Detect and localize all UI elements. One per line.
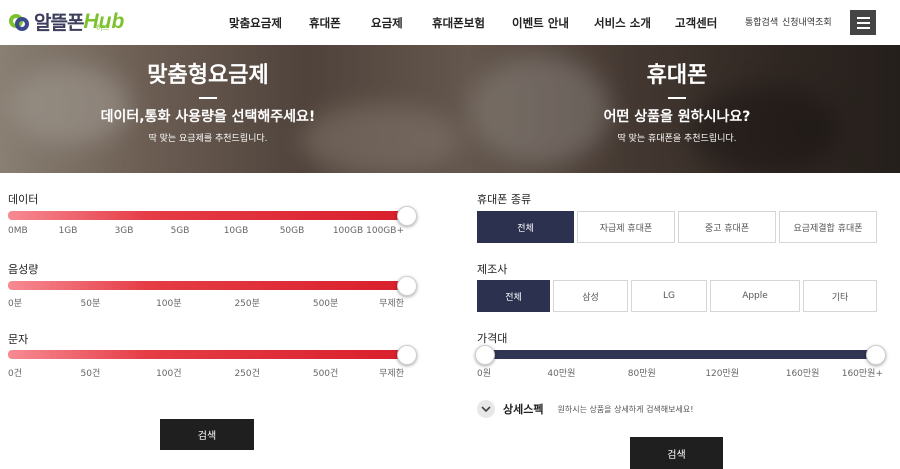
- chevron-down-icon: [477, 400, 495, 418]
- price-slider-max-handle[interactable]: [866, 345, 886, 365]
- slider-tick-label: 100GB+: [366, 226, 404, 236]
- logo-mark-icon: [8, 11, 30, 33]
- hero-phone-title: 휴대폰: [646, 63, 708, 88]
- util-search-link[interactable]: 통합검색: [745, 15, 778, 28]
- nav-item-support[interactable]: 고객센터: [675, 15, 717, 31]
- maker-option-etc[interactable]: 기타: [803, 280, 877, 312]
- nav-item-phone[interactable]: 휴대폰: [309, 15, 341, 31]
- logo-text: 알뜰폰: [34, 12, 84, 34]
- detail-spec-label: 상세스펙: [503, 403, 544, 416]
- hero-plan-panel: 맞춤형요금제 데이터,통화 사용량을 선택해주세요! 딱 맞는 요금제를 추천드…: [8, 45, 408, 144]
- slider-tick-label: 50건: [80, 369, 101, 379]
- phone-type-option-all[interactable]: 전체: [477, 211, 574, 243]
- slider-tick-label: 100건: [156, 369, 182, 379]
- logo-sub-text: 허브: [96, 24, 109, 32]
- nav-item-plan[interactable]: 요금제: [371, 15, 403, 31]
- price-slider-label: 가격대: [477, 332, 508, 345]
- slider-tick-label: 100분: [156, 299, 182, 309]
- sms-slider-ticks: 0건 50건 100건 250건 500건 무제한: [8, 366, 408, 379]
- voice-slider-label: 음성량: [8, 263, 39, 276]
- sms-slider-handle[interactable]: [397, 345, 417, 365]
- hero-plan-caption: 딱 맞는 요금제를 추천드립니다.: [148, 134, 268, 144]
- slider-tick-label: 40만원: [547, 369, 576, 379]
- detail-spec-help: 원하시는 상품을 상세하게 검색해보세요!: [557, 404, 694, 414]
- maker-option-all[interactable]: 전체: [477, 280, 550, 312]
- hero-phone-subtitle: 어떤 상품을 원하시나요?: [603, 109, 751, 125]
- slider-tick-label: 1GB: [58, 226, 78, 236]
- phone-type-options: 전체 자급제 휴대폰 중고 휴대폰 요금제결합 휴대폰: [477, 211, 877, 243]
- nav-item-custom-plan[interactable]: 맞춤요금제: [229, 15, 282, 31]
- slider-tick-label: 100GB: [332, 226, 364, 236]
- maker-option-lg[interactable]: LG: [631, 280, 707, 312]
- slider-tick-label: 0분: [8, 299, 23, 309]
- maker-label: 제조사: [477, 263, 508, 276]
- slider-tick-label: 50GB: [279, 226, 305, 236]
- slider-tick-label: 500분: [312, 299, 339, 309]
- slider-tick-label: 250분: [234, 299, 260, 309]
- hamburger-icon: [856, 16, 870, 19]
- maker-options: 전체 삼성 LG Apple 기타: [477, 280, 877, 312]
- voice-slider-ticks: 0분 50분 100분 250분 500분 무제한: [8, 296, 408, 309]
- phone-type-option-used[interactable]: 중고 휴대폰: [678, 211, 776, 243]
- slider-tick-label: 5GB: [170, 226, 190, 236]
- voice-slider-track[interactable]: [8, 281, 408, 290]
- hero-plan-subtitle: 데이터,통화 사용량을 선택해주세요!: [100, 109, 316, 125]
- site-header: 알뜰폰 Hub 허브 맞춤요금제 휴대폰 요금제 휴대폰보험 이벤트 안내 서비…: [0, 0, 900, 45]
- nav-item-service[interactable]: 서비스 소개: [594, 15, 651, 31]
- plan-search-button[interactable]: 검색: [160, 419, 254, 450]
- slider-tick-label: 3GB: [114, 226, 134, 236]
- slider-tick-label: 120만원: [705, 369, 740, 379]
- slider-tick-label: 0MB: [8, 226, 28, 236]
- nav-item-insurance[interactable]: 휴대폰보험: [432, 15, 485, 31]
- hero-banner: 맞춤형요금제 데이터,통화 사용량을 선택해주세요! 딱 맞는 요금제를 추천드…: [0, 45, 900, 173]
- voice-slider-handle[interactable]: [397, 276, 417, 296]
- slider-tick-label: 160만원+: [841, 369, 883, 379]
- price-slider-track[interactable]: [485, 350, 877, 359]
- slider-tick-label: 80만원: [627, 369, 656, 379]
- hero-divider: [199, 97, 217, 99]
- maker-option-samsung[interactable]: 삼성: [553, 280, 628, 312]
- sms-slider-label: 문자: [8, 333, 29, 346]
- data-slider-label: 데이터: [8, 193, 39, 206]
- slider-tick-label: 250건: [234, 369, 260, 379]
- sms-slider-track[interactable]: [8, 350, 408, 359]
- hero-phone-caption: 딱 맞는 휴대폰을 추천드립니다.: [617, 134, 737, 144]
- slider-tick-label: 0원: [477, 369, 492, 379]
- slider-tick-label: 10GB: [223, 226, 249, 236]
- phone-type-label: 휴대폰 종류: [477, 193, 532, 206]
- slider-tick-label: 무제한: [379, 299, 404, 309]
- phone-type-option-unlocked[interactable]: 자급제 휴대폰: [577, 211, 675, 243]
- detail-spec-toggle[interactable]: 상세스펙 원하시는 상품을 상세하게 검색해보세요!: [477, 400, 693, 418]
- util-history-link[interactable]: 신청내역조회: [782, 15, 832, 28]
- data-slider-handle[interactable]: [397, 206, 417, 226]
- hamburger-menu-button[interactable]: [850, 10, 876, 35]
- slider-tick-label: 무제한: [379, 369, 404, 379]
- data-slider-track[interactable]: [8, 211, 408, 220]
- slider-tick-label: 0건: [8, 369, 23, 379]
- phone-type-option-bundle[interactable]: 요금제결합 휴대폰: [779, 211, 877, 243]
- slider-tick-label: 160만원: [785, 369, 820, 379]
- hero-phone-panel: 휴대폰 어떤 상품을 원하시나요? 딱 맞는 휴대폰을 추천드립니다.: [477, 45, 877, 144]
- hero-plan-title: 맞춤형요금제: [147, 63, 269, 88]
- data-slider-ticks: 0MB 1GB 3GB 5GB 10GB 50GB 100GB 100GB+: [8, 226, 408, 238]
- slider-tick-label: 500건: [312, 369, 339, 379]
- slider-tick-label: 50분: [80, 299, 101, 309]
- phone-search-button[interactable]: 검색: [630, 437, 723, 469]
- maker-option-apple[interactable]: Apple: [710, 280, 800, 312]
- nav-item-event[interactable]: 이벤트 안내: [512, 15, 569, 31]
- price-slider-ticks: 0원 40만원 80만원 120만원 160만원 160만원+: [477, 366, 887, 379]
- hero-divider: [668, 97, 686, 99]
- price-slider-min-handle[interactable]: [475, 345, 495, 365]
